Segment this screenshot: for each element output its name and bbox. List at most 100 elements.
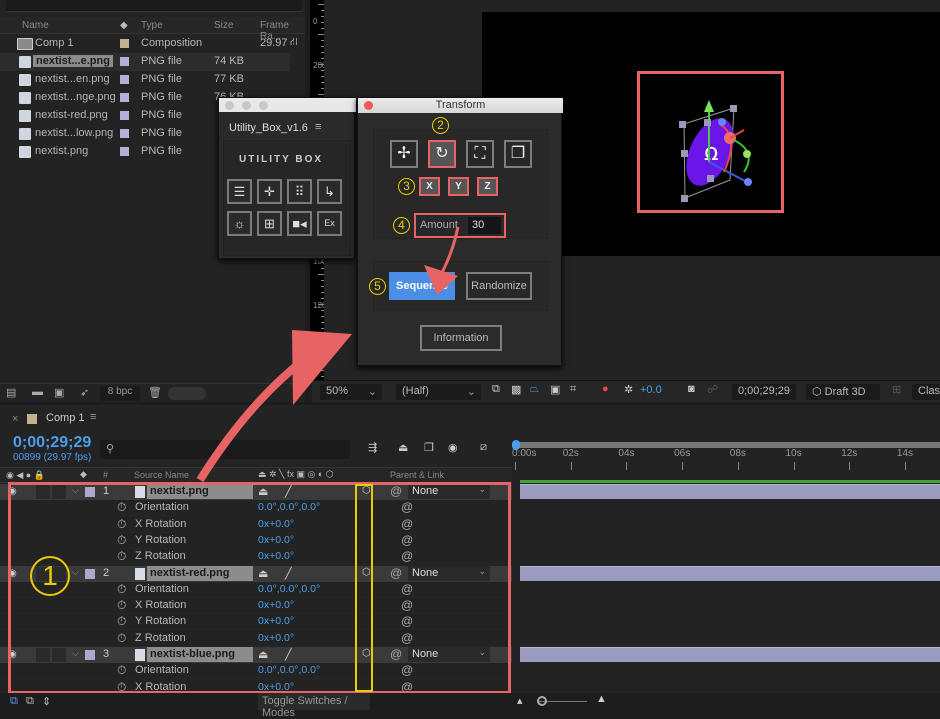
rotate-mode-button[interactable]: ↻ [428, 140, 456, 168]
layer-search-input[interactable]: ⚲ [100, 440, 350, 459]
column-type[interactable]: Type [141, 20, 163, 31]
label-column-icon[interactable]: ◆ [120, 20, 128, 31]
distribute-button[interactable]: ⊞ [257, 211, 282, 236]
label-column-icon[interactable]: ◆ [80, 469, 87, 480]
transform-titlebar[interactable]: Transform [358, 98, 563, 113]
zoom-out-icon[interactable]: ▴ [517, 694, 523, 707]
path-button[interactable]: ↳ [317, 179, 342, 204]
sequence-button[interactable]: Sequence [389, 272, 455, 300]
axis-x-button[interactable]: X [419, 177, 440, 196]
composition-flowchart-icon[interactable]: ⇶ [368, 441, 377, 454]
channel-icon[interactable]: ● [602, 383, 609, 395]
work-area-bar[interactable] [516, 442, 940, 448]
close-button[interactable] [364, 101, 373, 110]
toggle-switches-modes-button[interactable]: Toggle Switches / Modes [258, 693, 370, 719]
layer-duration-bar[interactable] [520, 484, 940, 499]
renderer-button[interactable]: ⬡ Draft 3D [806, 384, 880, 400]
label-color[interactable] [120, 147, 129, 156]
align-button[interactable]: ☰ [227, 179, 252, 204]
project-item-size: 74 KB [214, 55, 244, 67]
camera-icon: ■◂ [292, 216, 307, 231]
label-color[interactable] [120, 39, 129, 48]
ex-button[interactable]: Ex [317, 211, 342, 236]
minimize-button[interactable] [242, 101, 251, 110]
utility-box-titlebar[interactable] [219, 98, 356, 112]
label-color[interactable] [120, 75, 129, 84]
panel-menu-icon[interactable]: ≡ [315, 121, 321, 133]
project-item-type: PNG file [141, 91, 182, 103]
project-footer: ▤ ▬ ▣ ➶ 8 bpc 🗑 [0, 383, 305, 402]
project-item-type: PNG file [141, 127, 182, 139]
scale-mode-button[interactable]: ⛶ [466, 140, 494, 168]
transfer-controls-icon[interactable]: ⧉ [26, 695, 34, 708]
3d-view-dropdown[interactable]: Clas [912, 384, 940, 400]
layer-switches-icon[interactable]: ⧉ [10, 695, 18, 708]
camera-button[interactable]: ■◂ [287, 211, 312, 236]
current-time-display[interactable]: 0;00;29;29 [13, 434, 91, 452]
render-queue-icon[interactable]: ➶ [80, 386, 89, 399]
timeline-tab-label[interactable]: Comp 1 [46, 412, 85, 424]
project-item[interactable]: nextist...e.png PNG file 74 KB [0, 53, 290, 71]
information-button[interactable]: Information [420, 325, 502, 351]
mask-path-visibility-icon[interactable]: ⏢ [530, 383, 539, 396]
exposure-value[interactable]: +0.0 [640, 384, 662, 396]
light-button[interactable]: ☼ [227, 211, 252, 236]
switches-icons: ⏏ ✲ ╲ fx ▣ ◎ ◐ ⬡ [258, 469, 334, 479]
bit-depth-button[interactable]: 8 bpc [100, 386, 140, 401]
resolution-dropdown[interactable]: (Half) ⌄ [396, 384, 481, 400]
new-composition-icon[interactable]: ▣ [54, 386, 64, 399]
ruler-label: 1200 [313, 301, 331, 310]
graph-editor-icon[interactable]: ⧄ [480, 441, 487, 454]
column-source-name[interactable]: Source Name [134, 470, 189, 480]
axis-z-button[interactable]: Z [477, 177, 498, 196]
project-search-input[interactable] [6, 0, 302, 12]
label-color[interactable] [120, 129, 129, 138]
label-color[interactable] [120, 111, 129, 120]
grid-button[interactable]: ⠿ [287, 179, 312, 204]
anchor-button[interactable]: ✛ [257, 179, 282, 204]
transparency-grid-icon[interactable]: ▩ [511, 383, 521, 396]
label-color[interactable] [120, 93, 129, 102]
utility-box-logo: UTILITY BOX [239, 154, 324, 165]
panel-menu-icon[interactable]: ≡ [90, 411, 96, 423]
layer-duration-bar[interactable] [520, 647, 940, 662]
opacity-mode-button[interactable]: ❐ [504, 140, 532, 168]
shy-layers-icon[interactable]: ⏏ [398, 441, 408, 454]
randomize-button[interactable]: Randomize [466, 272, 532, 300]
flowchart-icon[interactable]: ⛙ [290, 36, 298, 50]
project-item[interactable]: Comp 1 Composition 29.97 ⛙ [0, 35, 298, 53]
amount-input[interactable]: 30 [468, 217, 501, 234]
column-size[interactable]: Size [214, 20, 233, 31]
in-out-icon[interactable]: ⇕ [42, 695, 51, 708]
trash-icon[interactable]: 🗑 [148, 386, 162, 399]
timeline-tab[interactable]: × Comp 1 ≡ [0, 405, 300, 429]
snapshot-icon[interactable]: ◙ [688, 383, 695, 395]
viewer-timecode[interactable]: 0;00;29;29 [732, 384, 796, 400]
show-snapshot-icon[interactable]: ☍ [707, 383, 718, 396]
maximize-button[interactable] [259, 101, 268, 110]
scrollbar[interactable] [168, 387, 206, 400]
step-number-3: 3 [398, 178, 415, 195]
region-of-interest-icon[interactable]: ▣ [550, 383, 560, 396]
motion-blur-icon[interactable]: ◉ [448, 441, 458, 454]
zoom-in-icon[interactable]: ▲ [596, 693, 607, 705]
project-item[interactable]: nextist...en.png PNG file 77 KB [0, 71, 290, 89]
grid-guides-icon[interactable]: ⌗ [570, 383, 576, 396]
exposure-reset-icon[interactable]: ✲ [624, 383, 633, 396]
magnification-dropdown[interactable]: 50% ⌄ [320, 384, 382, 400]
time-ruler[interactable] [512, 440, 940, 483]
zoom-slider-handle[interactable] [537, 696, 547, 706]
column-name[interactable]: Name [22, 20, 49, 31]
column-parent-link[interactable]: Parent & Link [390, 470, 444, 480]
close-tab-icon[interactable]: × [12, 413, 18, 425]
close-button[interactable] [225, 101, 234, 110]
3d-ground-icon[interactable]: ⊞ [892, 383, 901, 396]
move-mode-button[interactable]: ✢ [390, 140, 418, 168]
axis-y-button[interactable]: Y [448, 177, 469, 196]
layer-duration-bar[interactable] [520, 565, 940, 581]
interpret-footage-icon[interactable]: ▤ [6, 386, 16, 399]
fast-previews-icon[interactable]: ⧉ [492, 383, 500, 396]
new-folder-icon[interactable]: ▬ [32, 386, 43, 398]
frame-blending-icon[interactable]: ❐ [424, 441, 434, 454]
label-color[interactable] [120, 57, 129, 66]
